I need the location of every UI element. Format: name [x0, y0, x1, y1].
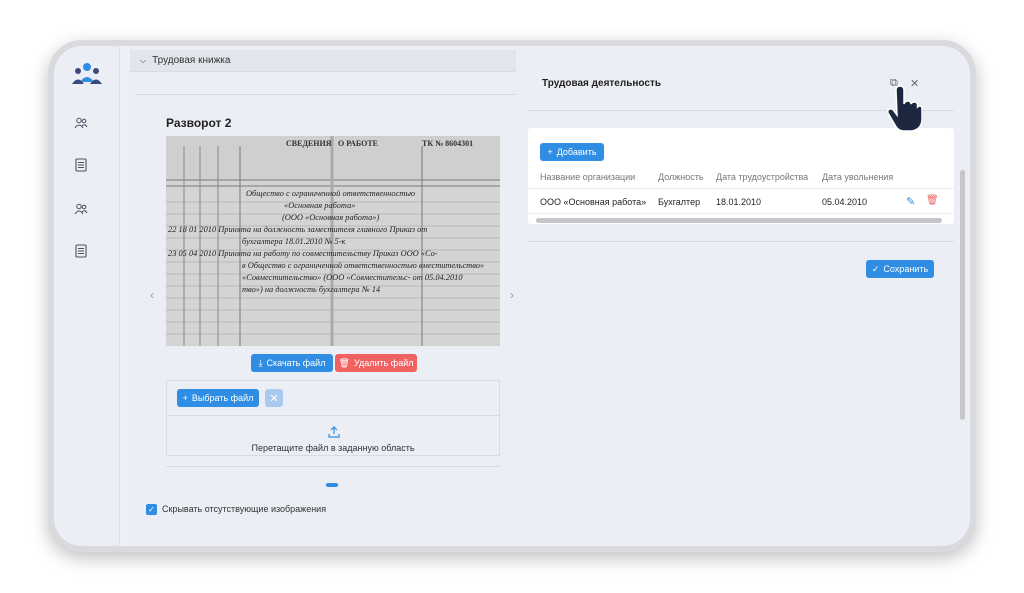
doc-line: в Общество с ограниченной ответственност…: [242, 261, 485, 270]
choose-file-button[interactable]: + Выбрать файл: [177, 389, 259, 407]
doc-line: 22 18 01 2010 Принята на должность замес…: [168, 225, 428, 234]
cell-fire-date: 05.04.2010: [822, 197, 868, 207]
chevron-right-icon[interactable]: ›: [510, 288, 514, 302]
checkmark-icon: ✓: [148, 505, 155, 514]
hide-missing-label: Скрывать отсутствующие изображения: [162, 504, 327, 514]
doc-line: тво») на должность бухгалтера № 14: [242, 285, 381, 294]
hand-cursor-icon: [882, 84, 923, 134]
doc-line: «Основная работа»: [284, 201, 356, 210]
doc-header-left: СВЕДЕНИЯ: [286, 139, 332, 148]
document-image: СВЕДЕНИЯ О РАБОТЕ ТК № 8604301 Общество …: [166, 136, 500, 346]
divider: [167, 415, 499, 416]
doc-line: бухгалтера 18.01.2010 № 5-к: [242, 237, 346, 246]
hide-missing-checkbox[interactable]: ✓: [146, 504, 157, 515]
delete-file-button[interactable]: 🗑 Удалить файл: [335, 354, 417, 372]
doc-line: 23 05 04 2010 Принята на работу по совме…: [168, 249, 438, 258]
clear-file-button[interactable]: ✕: [265, 389, 283, 407]
sidebar: [54, 46, 120, 546]
logo-icon: [62, 54, 112, 94]
left-panel: ⌵ Трудовая книжка Разворот 2 ‹ › СВЕДЕНИ…: [130, 46, 516, 546]
divider: [528, 241, 954, 242]
section-header[interactable]: ⌵ Трудовая книжка: [130, 50, 516, 72]
app-screen: ⌵ Трудовая книжка Разворот 2 ‹ › СВЕДЕНИ…: [54, 46, 970, 546]
users-icon[interactable]: [70, 198, 92, 220]
vertical-scrollbar[interactable]: [960, 170, 965, 420]
cell-org: ООО «Основная работа»: [540, 197, 647, 207]
choose-file-label: Выбрать файл: [191, 393, 254, 403]
download-file-button[interactable]: ⤓ Скачать файл: [251, 354, 333, 372]
column-header: Дата трудоустройства: [716, 172, 809, 182]
column-header: Название организации: [540, 172, 636, 182]
download-icon: ⤓: [258, 357, 263, 368]
trash-icon[interactable]: 🗑: [926, 195, 939, 206]
users-icon[interactable]: [70, 112, 92, 134]
column-header: Дата увольнения: [822, 172, 894, 182]
panel-title: Трудовая деятельность: [542, 78, 661, 89]
upload-icon: [327, 425, 341, 439]
doc-line: (ООО «Основная работа»): [282, 213, 380, 222]
document-icon[interactable]: [70, 154, 92, 176]
close-icon: ✕: [269, 392, 279, 405]
trash-icon: 🗑: [338, 357, 350, 368]
divider: [136, 94, 516, 95]
plus-icon: +: [182, 393, 188, 403]
doc-line: Общество с ограниченной ответственностью: [246, 189, 416, 198]
dropzone-hint: Перетащите файл в заданную область: [251, 443, 415, 453]
horizontal-scrollbar[interactable]: [536, 218, 942, 223]
cell-position: Бухгалтер: [658, 197, 701, 207]
right-panel: Трудовая деятельность ⧉ ✕ + Добавить Наз…: [516, 46, 970, 546]
checkmark-icon: ✓: [871, 263, 880, 274]
download-file-label: Скачать файл: [266, 358, 326, 368]
cell-hire-date: 18.01.2010: [716, 197, 762, 207]
add-button[interactable]: + Добавить: [540, 143, 604, 161]
delete-file-label: Удалить файл: [353, 358, 414, 368]
page-title: Разворот 2: [166, 116, 232, 130]
upload-dropzone[interactable]: + Выбрать файл ✕ Перетащите файл в задан…: [166, 380, 500, 456]
save-button[interactable]: ✓ Сохранить: [866, 260, 934, 278]
chevron-left-icon[interactable]: ‹: [150, 288, 154, 302]
plus-icon: +: [547, 147, 553, 157]
doc-header-right: ТК № 8604301: [422, 139, 474, 148]
doc-header-mid: О РАБОТЕ: [338, 139, 378, 148]
table-header: Название организации Должность Дата труд…: [528, 172, 954, 188]
section-header-label: Трудовая книжка: [152, 55, 231, 66]
table-row[interactable]: ООО «Основная работа» Бухгалтер 18.01.20…: [528, 188, 954, 214]
doc-line: «Совместительство» (ООО «Совместительс- …: [242, 273, 463, 282]
work-history-table-card: + Добавить Название организации Должност…: [528, 128, 954, 224]
edit-icon[interactable]: ✎: [906, 195, 915, 208]
column-header: Должность: [658, 172, 704, 182]
add-button-label: Добавить: [556, 147, 597, 157]
chevron-down-icon: ⌵: [140, 55, 147, 65]
pagination-dot[interactable]: [326, 483, 338, 487]
save-button-label: Сохранить: [883, 264, 929, 274]
document-icon[interactable]: [70, 240, 92, 262]
divider: [166, 466, 500, 467]
